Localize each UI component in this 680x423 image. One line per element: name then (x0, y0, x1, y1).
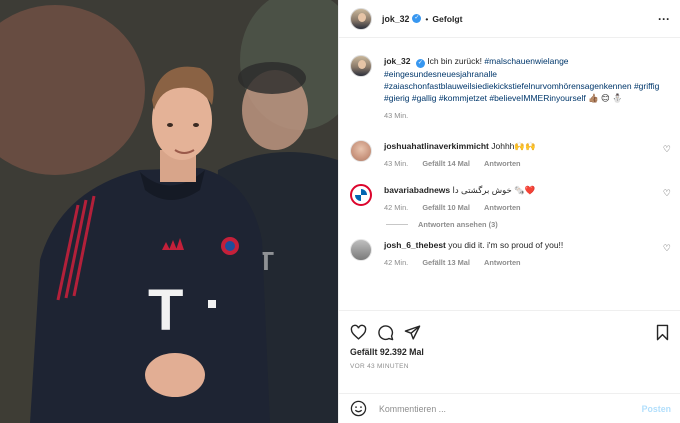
heart-icon[interactable]: ♡ (663, 188, 671, 199)
post-comment-button[interactable]: Posten (642, 404, 671, 414)
jersey-sponsor: T (148, 278, 183, 343)
view-replies-label: Antworten ansehen (3) (418, 220, 498, 229)
comment-text: you did it. i'm so proud of you!! (448, 240, 564, 250)
caption-avatar[interactable] (350, 55, 372, 77)
heart-icon[interactable]: ♡ (663, 144, 671, 155)
likes-count[interactable]: Gefällt 92.392 Mal (350, 347, 671, 357)
comment-text: Johhh🙌🙌 (491, 141, 536, 151)
comment-time: 42 Min. (384, 258, 409, 267)
replies-divider (386, 224, 408, 225)
emoji-icon[interactable] (350, 400, 367, 417)
caption-emoji: 👍🏽 😊 ⛄ (588, 93, 623, 103)
comment-text: خوش برگشتی دا 🗞️❤️ (452, 185, 536, 195)
comment-item: josh_6_thebest you did it. i'm so proud … (350, 239, 671, 269)
post-header: jok_32 ✓ • Gefolgt ··· (339, 0, 680, 38)
caption-text: Ich bin zurück! (427, 56, 483, 66)
comment-item: joshuahatlinaverkimmicht Johhh🙌🙌 43 Min.… (350, 140, 671, 170)
reply-button[interactable]: Antworten (484, 203, 521, 212)
add-comment-bar: Kommentieren ... Posten (339, 393, 680, 423)
caption-username[interactable]: jok_32 (384, 56, 410, 66)
post-actions: Gefällt 92.392 Mal VOR 43 MINUTEN (339, 310, 680, 370)
comments-list[interactable]: jok_32 ✓ Ich bin zurück! #malschauenwiel… (339, 38, 680, 310)
more-options-icon[interactable]: ··· (658, 12, 670, 26)
comment-icon[interactable] (377, 324, 394, 341)
comment-time: 42 Min. (384, 203, 409, 212)
like-heart-icon[interactable] (350, 324, 367, 341)
comment-likes[interactable]: Gefällt 10 Mal (422, 203, 470, 212)
comment-username[interactable]: bavariabadnews (384, 185, 450, 195)
commenter-avatar[interactable] (350, 184, 372, 206)
comment-time: 43 Min. (384, 159, 409, 168)
caption: jok_32 ✓ Ich bin zurück! #malschauenwiel… (350, 55, 671, 122)
follow-status-button[interactable]: Gefolgt (432, 14, 462, 24)
bookmark-icon[interactable] (654, 324, 671, 341)
comment-item: bavariabadnews خوش برگشتی دا 🗞️❤️ 42 Min… (350, 184, 671, 214)
comment-username[interactable]: joshuahatlinaverkimmicht (384, 141, 489, 151)
comment-input[interactable]: Kommentieren ... (379, 404, 642, 414)
separator-dot: • (425, 13, 429, 24)
comment-likes[interactable]: Gefällt 14 Mal (422, 159, 470, 168)
view-replies-button[interactable]: Antworten ansehen (3) (386, 220, 671, 229)
post-timestamp: VOR 43 MINUTEN (350, 363, 409, 370)
photo-illustration: T T (0, 0, 338, 423)
share-icon[interactable] (404, 324, 421, 341)
header-username[interactable]: jok_32 (382, 14, 409, 24)
commenter-avatar[interactable] (350, 239, 372, 261)
caption-time: 43 Min. (384, 111, 409, 120)
post-panel: jok_32 ✓ • Gefolgt ··· jok_32 ✓ Ich bin … (338, 0, 680, 423)
comment-username[interactable]: josh_6_thebest (384, 240, 446, 250)
reply-button[interactable]: Antworten (484, 159, 521, 168)
commenter-avatar[interactable] (350, 140, 372, 162)
verified-icon: ✓ (415, 59, 425, 68)
verified-icon: ✓ (412, 14, 422, 23)
post-photo[interactable]: T T (0, 0, 338, 423)
reply-button[interactable]: Antworten (484, 258, 521, 267)
user-avatar[interactable] (350, 7, 372, 30)
comment-likes[interactable]: Gefällt 13 Mal (422, 258, 470, 267)
heart-icon[interactable]: ♡ (663, 243, 671, 254)
